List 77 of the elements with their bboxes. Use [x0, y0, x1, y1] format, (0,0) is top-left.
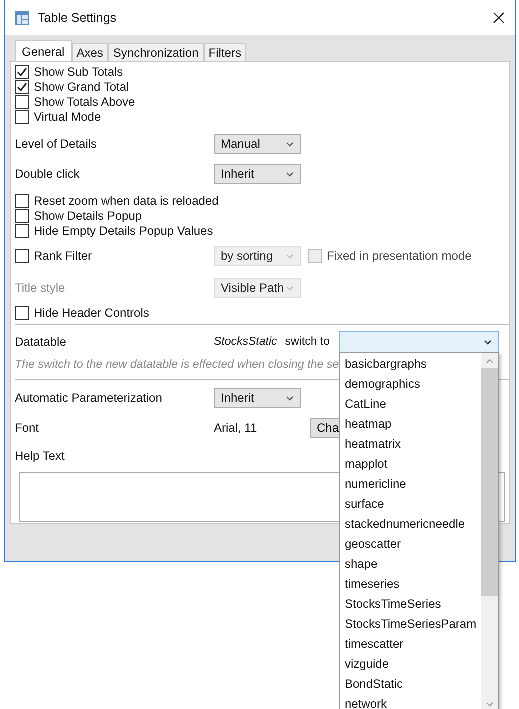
- chevron-icon: [286, 286, 294, 290]
- checkbox[interactable]: Hide Header Controls: [15, 305, 150, 320]
- checkbox[interactable]: Rank Filter: [15, 248, 92, 264]
- checkbox-label: Rank Filter: [34, 249, 92, 263]
- checkmark-icon: [16, 80, 28, 92]
- list-item[interactable]: StocksTimeSeries: [340, 594, 481, 614]
- chevron-icon: [286, 254, 294, 258]
- tab[interactable]: Synchronization: [108, 43, 204, 61]
- checkbox-box[interactable]: [15, 64, 29, 78]
- checkbox-box[interactable]: [15, 306, 29, 320]
- current-datatable: StocksStatic: [214, 336, 278, 348]
- checkbox-box[interactable]: [15, 194, 29, 208]
- checkbox-label: Show Totals Above: [34, 94, 136, 108]
- checkbox-box[interactable]: [15, 224, 29, 238]
- list-item[interactable]: heatmatrix: [340, 434, 481, 454]
- checkbox-box[interactable]: [15, 94, 29, 108]
- checkbox[interactable]: Reset zoom when data is reloaded: [15, 193, 219, 208]
- checkbox[interactable]: Show Grand Total: [15, 79, 130, 94]
- field-label: Title style: [15, 281, 66, 295]
- checkbox[interactable]: Virtual Mode: [15, 109, 102, 124]
- list-item[interactable]: stackednumericneedle: [340, 514, 481, 534]
- field-label: Level of Details: [15, 137, 98, 151]
- checkbox-box[interactable]: [15, 208, 29, 222]
- field-label: Automatic Parameterization: [15, 391, 164, 405]
- chevron-icon: [286, 172, 294, 176]
- list-item[interactable]: timescatter: [340, 634, 481, 654]
- checkbox[interactable]: Show Sub Totals: [15, 64, 124, 79]
- checkbox-box[interactable]: [15, 110, 29, 124]
- list-item[interactable]: mapplot: [340, 454, 481, 474]
- list-item[interactable]: StocksTimeSeriesParam: [340, 614, 481, 634]
- checkbox-label: Hide Header Controls: [34, 306, 150, 320]
- list-item[interactable]: vizguide: [340, 654, 481, 674]
- tab[interactable]: Filters: [204, 43, 246, 61]
- window-title: Table Settings: [38, 10, 118, 24]
- field-label: Help Text: [15, 448, 66, 462]
- table-icon: [14, 10, 30, 26]
- hint-text: The switch to the new datatable is effected when closing the se: [15, 357, 340, 373]
- checkbox[interactable]: Show Totals Above: [15, 94, 136, 109]
- list-item[interactable]: numericline: [340, 474, 481, 494]
- chevron-icon: [286, 142, 294, 146]
- list-item[interactable]: demographics: [340, 374, 481, 394]
- dropdown[interactable]: Manual: [214, 134, 301, 154]
- list-item[interactable]: heatmap: [340, 414, 481, 434]
- chevron-icon: [286, 396, 294, 400]
- checkbox-label: Show Grand Total: [34, 80, 130, 94]
- list-item[interactable]: network: [340, 694, 481, 709]
- list-item[interactable]: timeseries: [340, 574, 481, 594]
- list-item[interactable]: BondStatic: [340, 674, 481, 694]
- scrollbar-thumb[interactable]: [481, 368, 498, 596]
- list-item[interactable]: shape: [340, 554, 481, 574]
- list-item[interactable]: geoscatter: [340, 534, 481, 554]
- checkbox-label: Virtual Mode: [34, 110, 102, 124]
- field-label: Datatable: [15, 335, 68, 349]
- field-label: Font: [15, 421, 40, 435]
- checkbox[interactable]: Hide Empty Details Popup Values: [15, 223, 214, 238]
- checkbox-box[interactable]: [15, 80, 29, 94]
- tab[interactable]: Axes: [72, 43, 108, 61]
- checkbox-label: Show Sub Totals: [34, 64, 124, 78]
- list-item[interactable]: CatLine: [340, 394, 481, 414]
- chevron-icon: [484, 340, 492, 344]
- checkmark-icon: [16, 66, 28, 78]
- checkbox-label: Show Details Popup: [34, 208, 142, 222]
- checkbox[interactable]: Show Details Popup: [15, 208, 142, 223]
- checkbox-box[interactable]: [15, 249, 29, 263]
- font-value: Arial, 11: [214, 421, 258, 435]
- switch-label: switch to: [285, 336, 330, 348]
- list-item[interactable]: basicbargraphs: [340, 354, 481, 374]
- checkbox-label: Fixed in presentation mode: [327, 249, 472, 263]
- dropdown[interactable]: Inherit: [214, 388, 301, 408]
- list-item[interactable]: surface: [340, 494, 481, 514]
- checkbox-label: Reset zoom when data is reloaded: [34, 194, 219, 208]
- field-label: Double click: [15, 167, 81, 181]
- scrollbar[interactable]: [481, 353, 498, 709]
- checkbox-label: Hide Empty Details Popup Values: [34, 224, 214, 238]
- dropdown[interactable]: Inherit: [214, 164, 301, 184]
- close-icon[interactable]: [493, 12, 505, 24]
- tab[interactable]: General: [15, 40, 72, 62]
